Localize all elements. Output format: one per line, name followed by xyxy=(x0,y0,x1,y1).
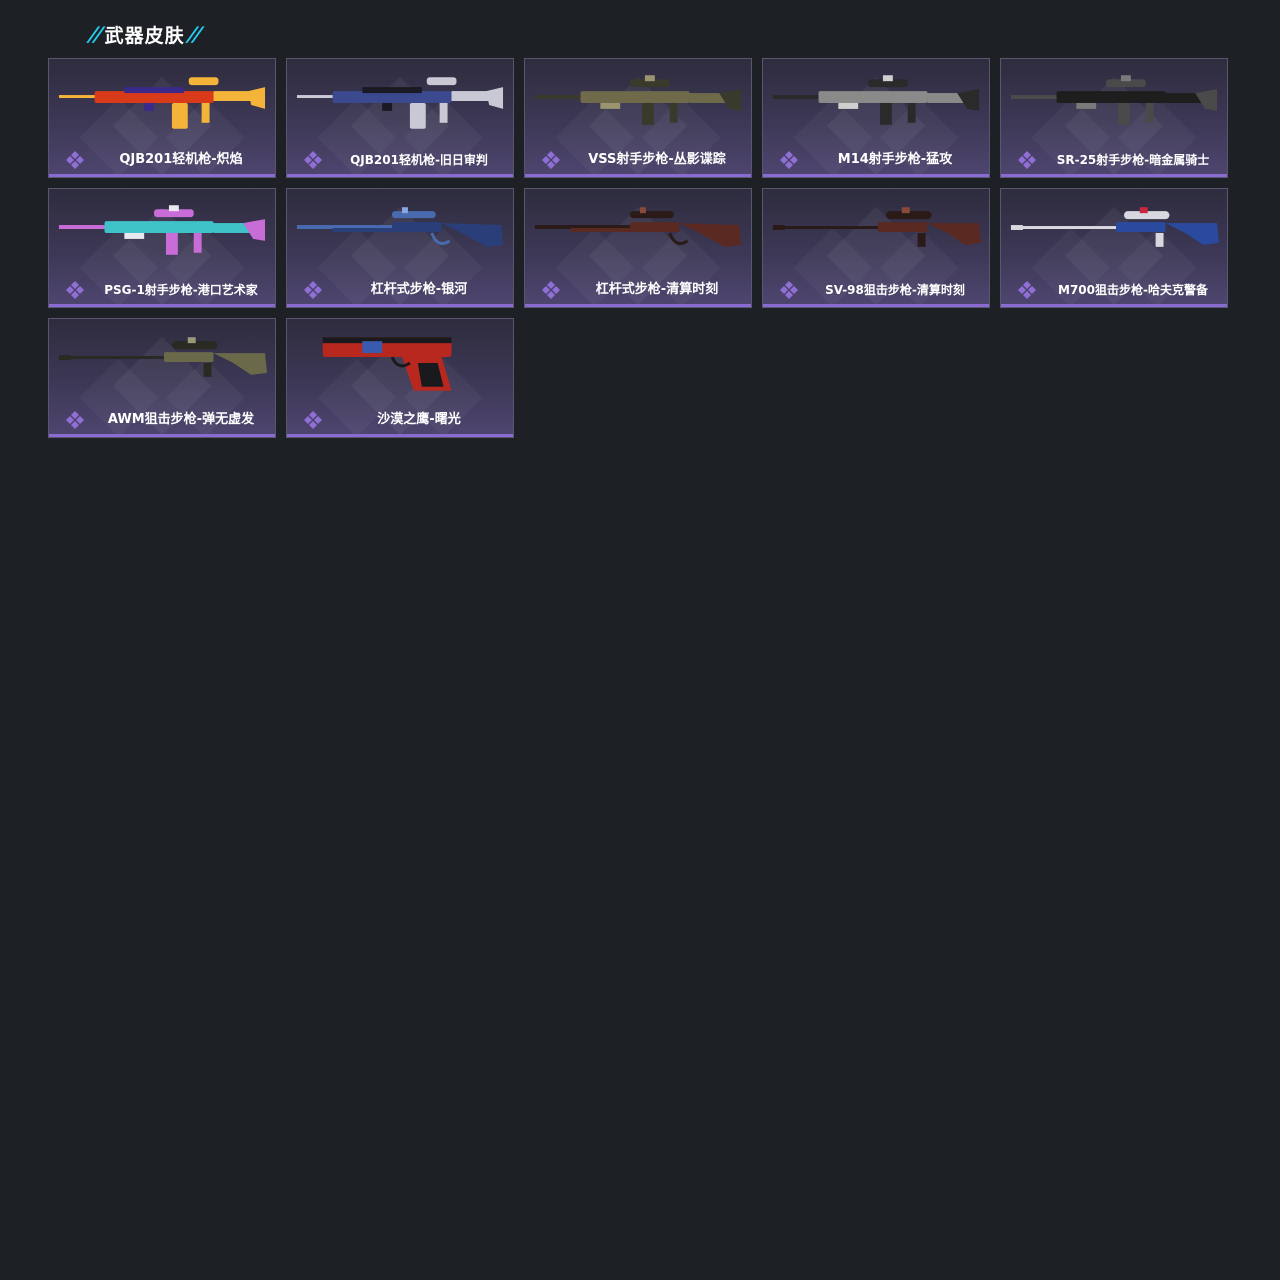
skin-card[interactable]: VSS射手步枪-丛影谍踪 xyxy=(524,58,752,178)
rarity-diamond-icon xyxy=(66,411,84,429)
skin-card[interactable]: QJB201轻机枪-炽焰 xyxy=(48,58,276,178)
skin-card[interactable]: QJB201轻机枪-旧日审判 xyxy=(286,58,514,178)
skin-card[interactable]: SR-25射手步枪-暗金属骑士 xyxy=(1000,58,1228,178)
sniper-rifle-icon xyxy=(1010,207,1220,247)
section-title: // 武器皮肤 // xyxy=(87,20,202,48)
skin-name: QJB201轻机枪-旧日审判 xyxy=(350,153,488,167)
skin-card[interactable]: M14射手步枪-猛攻 xyxy=(762,58,990,178)
card-footer: VSS射手步枪-丛影谍踪 xyxy=(525,149,751,171)
sniper-rifle-icon xyxy=(58,337,268,377)
skin-card[interactable]: PSG-1射手步枪-港口艺术家 xyxy=(48,188,276,308)
rarity-diamond-icon xyxy=(542,151,560,169)
skin-name: 杠杆式步枪-清算时刻 xyxy=(595,282,719,297)
rarity-diamond-icon xyxy=(304,411,322,429)
weapon-skins-page: // 武器皮肤 // QJB201轻机枪-炽焰 QJB201轻机枪-旧日审判 V… xyxy=(0,0,1280,1280)
skin-name: 杠杆式步枪-银河 xyxy=(370,282,468,297)
skin-name: SR-25射手步枪-暗金属骑士 xyxy=(1056,153,1210,167)
card-footer: PSG-1射手步枪-港口艺术家 xyxy=(49,279,275,301)
rarity-diamond-icon xyxy=(304,151,322,169)
skin-name: QJB201轻机枪-炽焰 xyxy=(119,152,243,167)
skin-name: VSS射手步枪-丛影谍踪 xyxy=(588,152,726,167)
skin-name: SV-98狙击步枪-清算时刻 xyxy=(825,283,965,297)
skin-name: AWM狙击步枪-弹无虚发 xyxy=(107,412,255,427)
title-slash-left: // xyxy=(87,22,104,46)
card-footer: M700狙击步枪-哈夫克警备 xyxy=(1001,279,1227,301)
rarity-diamond-icon xyxy=(780,151,798,169)
pistol-icon xyxy=(322,337,452,391)
skin-card[interactable]: 沙漠之鹰-曙光 xyxy=(286,318,514,438)
card-footer: SV-98狙击步枪-清算时刻 xyxy=(763,279,989,301)
rarity-diamond-icon xyxy=(542,281,560,299)
lever-action-rifle-icon xyxy=(534,207,742,247)
card-footer: 杠杆式步枪-银河 xyxy=(287,279,513,301)
card-footer: 沙漠之鹰-曙光 xyxy=(287,409,513,431)
skin-name: PSG-1射手步枪-港口艺术家 xyxy=(104,283,258,297)
skin-name: 沙漠之鹰-曙光 xyxy=(377,412,461,427)
lever-action-rifle-icon xyxy=(296,207,504,247)
card-footer: M14射手步枪-猛攻 xyxy=(763,149,989,171)
rarity-diamond-icon xyxy=(1018,281,1036,299)
card-footer: 杠杆式步枪-清算时刻 xyxy=(525,279,751,301)
card-footer: QJB201轻机枪-炽焰 xyxy=(49,149,275,171)
sniper-rifle-icon xyxy=(772,207,982,247)
rarity-diamond-icon xyxy=(304,281,322,299)
marksman-rifle-icon xyxy=(772,75,980,125)
rarity-diamond-icon xyxy=(66,281,84,299)
skin-name: M700狙击步枪-哈夫克警备 xyxy=(1058,283,1208,297)
card-footer: AWM狙击步枪-弹无虚发 xyxy=(49,409,275,431)
skin-card[interactable]: 杠杆式步枪-清算时刻 xyxy=(524,188,752,308)
light-machine-gun-icon xyxy=(296,77,504,129)
skin-grid: QJB201轻机枪-炽焰 QJB201轻机枪-旧日审判 VSS射手步枪-丛影谍踪… xyxy=(48,58,1228,438)
title-slash-right: // xyxy=(186,22,202,46)
marksman-rifle-icon xyxy=(534,75,742,125)
card-footer: SR-25射手步枪-暗金属骑士 xyxy=(1001,149,1227,171)
skin-card[interactable]: AWM狙击步枪-弹无虚发 xyxy=(48,318,276,438)
light-machine-gun-icon xyxy=(58,77,266,129)
skin-card[interactable]: 杠杆式步枪-银河 xyxy=(286,188,514,308)
section-title-text: 武器皮肤 xyxy=(104,24,185,47)
rarity-diamond-icon xyxy=(66,151,84,169)
skin-card[interactable]: M700狙击步枪-哈夫克警备 xyxy=(1000,188,1228,308)
skin-card[interactable]: SV-98狙击步枪-清算时刻 xyxy=(762,188,990,308)
skin-name: M14射手步枪-猛攻 xyxy=(837,152,953,167)
rarity-diamond-icon xyxy=(780,281,798,299)
marksman-rifle-icon xyxy=(1010,75,1218,125)
rarity-diamond-icon xyxy=(1018,151,1036,169)
card-footer: QJB201轻机枪-旧日审判 xyxy=(287,149,513,171)
marksman-rifle-icon xyxy=(58,205,266,255)
